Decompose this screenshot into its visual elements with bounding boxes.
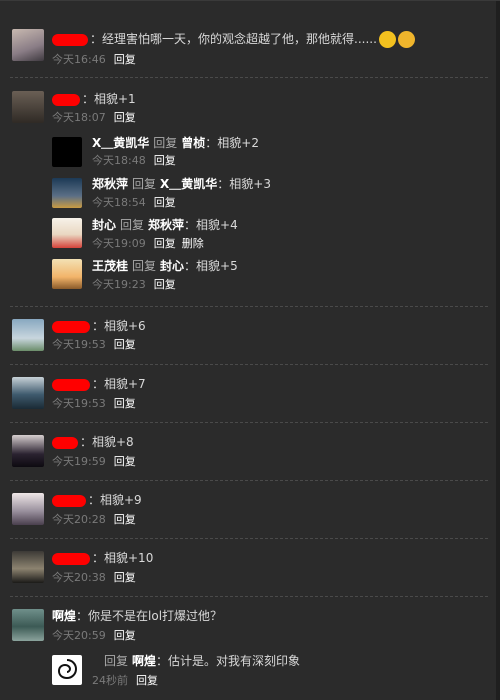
divider bbox=[10, 306, 488, 307]
reply-button[interactable]: 回复 bbox=[154, 154, 176, 167]
redacted-username bbox=[52, 320, 90, 333]
reply-word: 回复 bbox=[104, 654, 129, 668]
user-avatar[interactable] bbox=[12, 435, 44, 467]
reply-author[interactable]: 王茂桂 bbox=[92, 259, 128, 273]
reply-author[interactable]: X＿黄凯华 bbox=[92, 136, 149, 150]
comment-text: ：相貌+9 bbox=[88, 493, 142, 507]
redacted-username bbox=[52, 552, 90, 565]
reply-text: ：相貌+3 bbox=[217, 177, 271, 191]
swirl-icon bbox=[57, 659, 78, 680]
comment-time: 今天20:28 bbox=[52, 513, 106, 526]
comment-text: ：相貌+10 bbox=[92, 551, 154, 565]
comment-time: 今天16:46 bbox=[52, 53, 106, 66]
reply-target[interactable]: 封心 bbox=[160, 259, 184, 273]
reply-button[interactable]: 回复 bbox=[114, 455, 136, 468]
reply-word: 回复 bbox=[153, 136, 178, 150]
user-avatar[interactable] bbox=[12, 91, 44, 123]
user-avatar[interactable] bbox=[12, 609, 44, 641]
comment-time: 今天18:07 bbox=[52, 111, 106, 124]
redacted-username bbox=[52, 93, 80, 106]
comment-time: 今天19:53 bbox=[52, 397, 106, 410]
reply-text: ：相貌+2 bbox=[205, 136, 259, 150]
reply-button[interactable]: 回复 bbox=[114, 629, 136, 642]
reply-target[interactable]: 郑秋萍 bbox=[148, 218, 184, 232]
divider bbox=[10, 364, 488, 365]
comment-time: 今天20:59 bbox=[52, 629, 106, 642]
reply-time: 今天18:48 bbox=[92, 154, 146, 167]
reply-button[interactable]: 回复 bbox=[114, 397, 136, 410]
reply-word: 回复 bbox=[132, 259, 157, 273]
divider bbox=[10, 538, 488, 539]
reply-button[interactable]: 回复 bbox=[114, 338, 136, 351]
reply-time: 今天18:54 bbox=[92, 196, 146, 209]
reply-button[interactable]: 回复 bbox=[136, 674, 158, 687]
reply-button[interactable]: 回复 bbox=[114, 513, 136, 526]
reply-avatar[interactable] bbox=[52, 137, 82, 167]
reply-button[interactable]: 回复 bbox=[114, 53, 136, 66]
reply-target[interactable]: 啊煌 bbox=[132, 654, 156, 668]
reply-button[interactable]: 回复 bbox=[114, 111, 136, 124]
reply-target[interactable]: X＿黄凯华 bbox=[160, 177, 217, 191]
comment-time: 今天19:59 bbox=[52, 455, 106, 468]
reply-button[interactable]: 回复 bbox=[154, 196, 176, 209]
reply-text: ：相貌+4 bbox=[184, 218, 238, 232]
user-avatar[interactable] bbox=[12, 319, 44, 351]
comment-text: ：相貌+7 bbox=[92, 377, 146, 391]
comment-text: ：相貌+6 bbox=[92, 319, 146, 333]
user-avatar[interactable] bbox=[12, 29, 44, 61]
reply-time: 今天19:09 bbox=[92, 237, 146, 250]
reply-button[interactable]: 回复 bbox=[114, 571, 136, 584]
redacted-username bbox=[52, 378, 90, 391]
reply-avatar[interactable] bbox=[52, 218, 82, 248]
redacted-username bbox=[52, 494, 86, 507]
reply-word: 回复 bbox=[120, 218, 145, 232]
divider bbox=[10, 596, 488, 597]
comment-text: ：相貌+1 bbox=[82, 92, 136, 106]
redacted-username bbox=[52, 33, 88, 46]
reply-time: 24秒前 bbox=[92, 674, 128, 687]
user-avatar[interactable] bbox=[12, 551, 44, 583]
comment-text: ：你是不是在lol打爆过他？ bbox=[76, 609, 223, 623]
reply-avatar[interactable] bbox=[52, 259, 82, 289]
reply-author[interactable]: 郑秋萍 bbox=[92, 177, 128, 191]
reply-text: ：估计是。对我有深刻印象 bbox=[156, 654, 301, 668]
divider bbox=[10, 77, 488, 78]
comment-text: ：经理害怕哪一天，你的观念超越了他，那他就得...... bbox=[90, 32, 377, 46]
reply-target[interactable]: 曾桢 bbox=[181, 136, 205, 150]
reply-time: 今天19:23 bbox=[92, 278, 146, 291]
comment-text: ：相貌+8 bbox=[80, 435, 134, 449]
reply-author[interactable]: 封心 bbox=[92, 218, 116, 232]
divider bbox=[10, 422, 488, 423]
user-avatar[interactable] bbox=[12, 493, 44, 525]
reply-avatar[interactable] bbox=[52, 655, 82, 685]
scrollbar[interactable] bbox=[496, 1, 500, 700]
reply-text: ：相貌+5 bbox=[184, 259, 238, 273]
redacted-username bbox=[52, 436, 78, 449]
comment-thread: ：经理害怕哪一天，你的观念超越了他，那他就得...... 今天16:46 回复 ：… bbox=[0, 0, 500, 700]
divider bbox=[10, 480, 488, 481]
grin-emoji-icon bbox=[378, 31, 396, 48]
reply-button[interactable]: 回复 bbox=[154, 278, 176, 291]
reply-avatar[interactable] bbox=[52, 178, 82, 208]
delete-button[interactable]: 删除 bbox=[182, 237, 204, 250]
reply-word: 回复 bbox=[132, 177, 157, 191]
comment-time: 今天20:38 bbox=[52, 571, 106, 584]
comment-time: 今天19:53 bbox=[52, 338, 106, 351]
thinking-emoji-icon bbox=[397, 31, 415, 48]
comment-author[interactable]: 啊煌 bbox=[52, 609, 76, 623]
reply-button[interactable]: 回复 bbox=[154, 237, 176, 250]
user-avatar[interactable] bbox=[12, 377, 44, 409]
